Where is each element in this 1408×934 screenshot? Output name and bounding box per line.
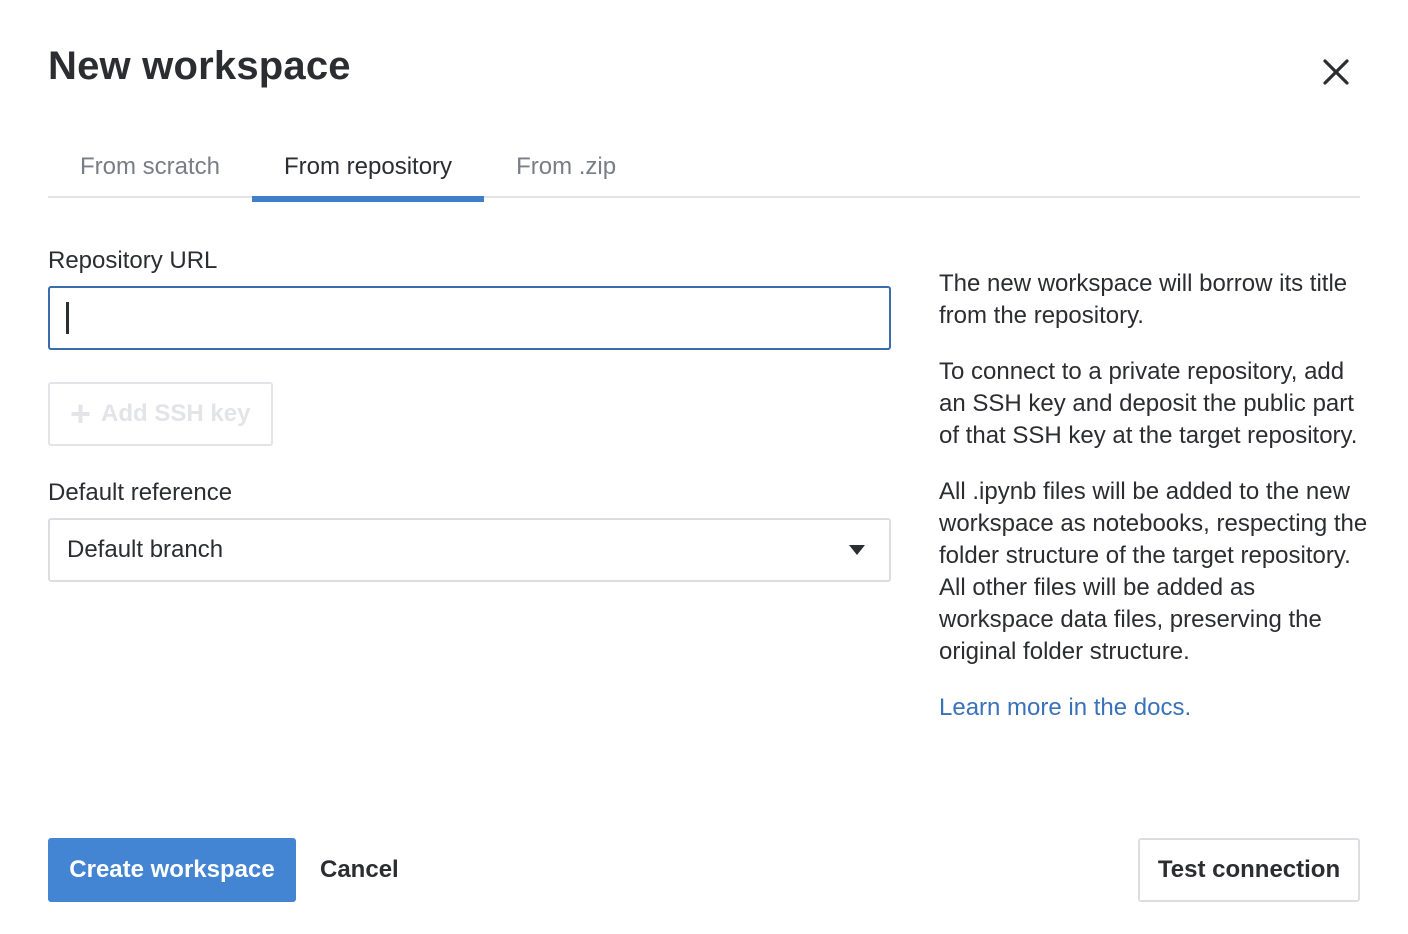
caret-down-icon xyxy=(849,545,865,555)
create-workspace-button[interactable]: Create workspace xyxy=(48,838,296,902)
help-paragraph-ssh: To connect to a private repository, add … xyxy=(939,358,1358,449)
repository-url-input[interactable] xyxy=(48,286,891,350)
default-reference-select[interactable]: Default branch xyxy=(48,518,891,582)
new-workspace-dialog: New workspace From scratch From reposito… xyxy=(0,0,1408,934)
default-reference-value: Default branch xyxy=(67,536,224,563)
repository-url-label: Repository URL xyxy=(48,247,218,274)
add-ssh-key-button[interactable]: + Add SSH key xyxy=(48,382,273,446)
cancel-button[interactable]: Cancel xyxy=(300,838,419,902)
close-icon xyxy=(1323,59,1349,85)
help-paragraph-files: All .ipynb files will be added to the ne… xyxy=(939,478,1368,665)
default-reference-label: Default reference xyxy=(48,479,233,506)
close-button[interactable] xyxy=(1314,50,1358,94)
tab-bar: From scratch From repository From .zip xyxy=(48,136,1360,202)
tab-from-repository[interactable]: From repository xyxy=(252,136,485,202)
help-paragraph-title: The new workspace will borrow its title … xyxy=(939,270,1348,329)
tab-from-scratch[interactable]: From scratch xyxy=(48,136,252,198)
plus-icon: + xyxy=(70,393,92,434)
docs-link[interactable]: Learn more in the docs. xyxy=(939,694,1191,721)
dialog-title: New workspace xyxy=(48,44,351,88)
add-ssh-key-label: Add SSH key xyxy=(101,400,251,427)
text-cursor xyxy=(66,302,69,334)
tab-from-zip[interactable]: From .zip xyxy=(484,136,648,198)
test-connection-button[interactable]: Test connection xyxy=(1138,838,1360,902)
help-panel: The new workspace will borrow its title … xyxy=(939,268,1369,748)
